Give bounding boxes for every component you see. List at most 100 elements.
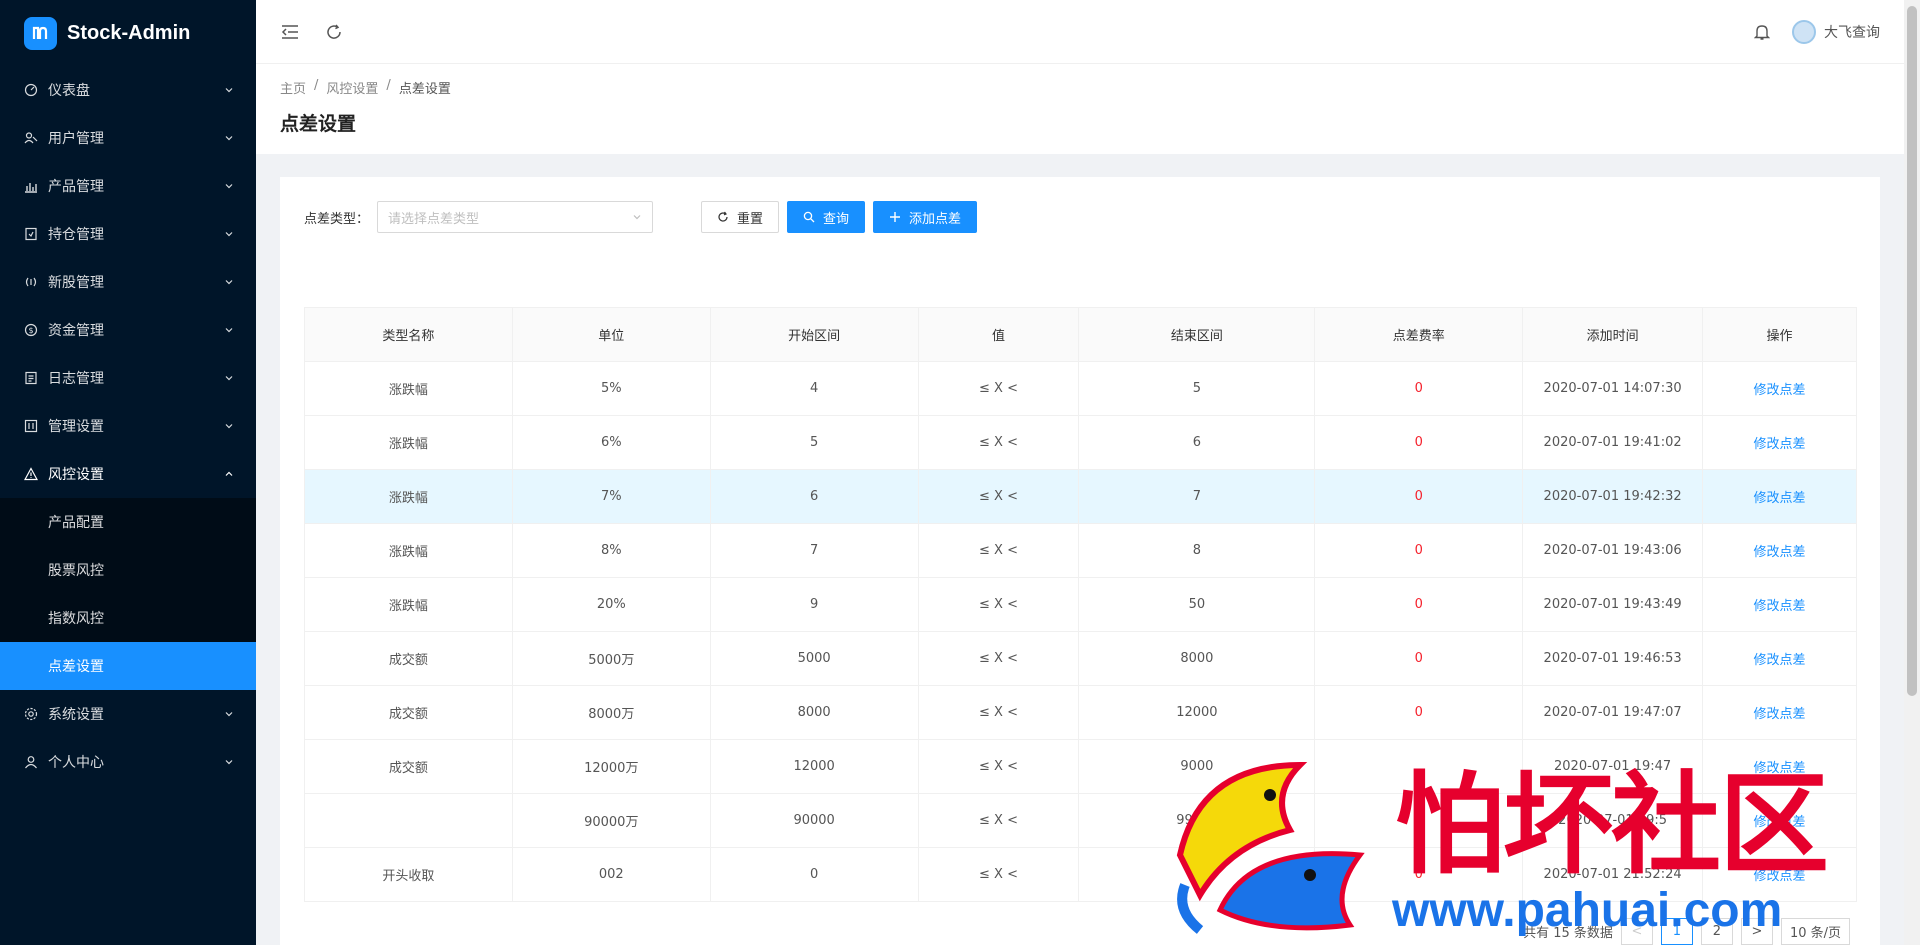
sidebar-item-funds[interactable]: $ 资金管理 <box>0 306 256 354</box>
table-cell: 6 <box>709 469 919 524</box>
sidebar-item-risk-control[interactable]: 风控设置 <box>0 450 256 498</box>
app-title: Stock-Admin <box>67 21 191 44</box>
table-cell: 5000万 <box>511 631 711 686</box>
chevron-down-icon <box>225 136 233 141</box>
chevron-down-icon <box>225 328 233 333</box>
chart-icon <box>24 179 38 193</box>
table-cell: 涨跌幅 <box>304 415 513 470</box>
page-2-button[interactable]: 2 <box>1700 918 1733 945</box>
reset-button[interactable]: 重置 <box>701 201 780 233</box>
edit-spread-link[interactable]: 修改点差 <box>1702 361 1857 416</box>
column-header: 结束区间 <box>1078 307 1316 362</box>
sidebar-item-index-risk[interactable]: 指数风控 <box>0 594 256 642</box>
edit-spread-link[interactable]: 修改点差 <box>1702 523 1857 578</box>
table-cell: 2020-07-01 19:43:06 <box>1522 523 1704 578</box>
table-cell: 0 <box>1314 631 1524 686</box>
edit-spread-link[interactable]: 修改点差 <box>1702 415 1857 470</box>
sidebar-item-products[interactable]: 产品管理 <box>0 162 256 210</box>
sidebar-item-product-config[interactable]: 产品配置 <box>0 498 256 546</box>
table-cell <box>1314 739 1524 794</box>
scrollbar-thumb[interactable] <box>1907 6 1917 696</box>
table-cell: 0 <box>709 847 919 902</box>
sidebar-item-label: 仪表盘 <box>48 83 90 99</box>
refresh-icon[interactable] <box>324 22 344 42</box>
table-row: 90000万 90000 ≤ X <99999 2020-07-01 19:5 修改点差 <box>304 793 1857 848</box>
sidebar-item-system-settings[interactable]: 系统设置 <box>0 690 256 738</box>
table-cell: 8% <box>511 523 711 578</box>
edit-spread-link[interactable]: 修改点差 <box>1702 577 1857 632</box>
table-cell: 90000万 <box>511 793 711 848</box>
breadcrumb-home[interactable]: 主页 <box>280 78 306 97</box>
table-cell: 2020-07-01 14:07:30 <box>1522 361 1704 416</box>
avatar[interactable] <box>1792 19 1816 44</box>
total-count: 共有 15 条数据 <box>1523 926 1613 941</box>
sidebar-item-profile[interactable]: 个人中心 <box>0 738 256 786</box>
chevron-down-icon <box>225 760 233 765</box>
dashboard-icon <box>24 83 38 97</box>
sidebar-item-stock-risk[interactable]: 股票风控 <box>0 546 256 594</box>
sidebar-item-label: 用户管理 <box>48 131 104 147</box>
table-row: 涨跌幅 5% 4 ≤ X <5 0 2020-07-01 14:07:30 修改点差 <box>304 361 1857 416</box>
edit-spread-link[interactable]: 修改点差 <box>1702 847 1857 902</box>
column-header: 值 <box>917 307 1080 362</box>
add-spread-button[interactable]: 添加点差 <box>873 201 978 233</box>
table-cell: 90000 <box>709 793 919 848</box>
position-icon <box>24 227 38 241</box>
log-icon <box>24 371 38 385</box>
edit-spread-link[interactable]: 修改点差 <box>1702 739 1857 794</box>
table-cell: 5000 <box>709 631 919 686</box>
next-page-button[interactable]: > <box>1740 918 1773 945</box>
sidebar-item-positions[interactable]: 持仓管理 <box>0 210 256 258</box>
page-size-select[interactable]: 10 条/页 <box>1780 918 1850 945</box>
breadcrumb-separator: / <box>314 78 319 93</box>
table-cell: 6% <box>511 415 711 470</box>
breadcrumb-parent[interactable]: 风控设置 <box>326 78 378 97</box>
scrollbar[interactable] <box>1904 0 1920 945</box>
username[interactable]: 大飞查询 <box>1824 22 1880 42</box>
sidebar-item-admin-settings[interactable]: 管理设置 <box>0 402 256 450</box>
warning-icon <box>24 467 38 481</box>
chevron-down-icon <box>225 280 233 285</box>
table-header-row: 类型名称 单位 开始区间 值 结束区间 点差费率 添加时间 操作 <box>304 307 1857 362</box>
column-header: 操作 <box>1702 307 1857 362</box>
logo[interactable]: Stock-Admin <box>0 0 256 66</box>
sidebar-item-label: 资金管理 <box>48 323 104 339</box>
table-row: 开头收取 002 0 ≤ X <0 2020-07-01 21:52:24 修改点差 <box>304 847 1857 902</box>
table-row: 涨跌幅 8% 7 ≤ X <8 0 2020-07-01 19:43:06 修改点差 <box>304 523 1857 578</box>
table-cell: 2020-07-01 19:46:53 <box>1522 631 1704 686</box>
pagination: 共有 15 条数据 < 1 2 > 10 条/页 <box>1523 918 1850 945</box>
table-cell: 12000 <box>1078 685 1316 740</box>
spread-type-select[interactable]: 请选择点差类型 <box>377 201 654 233</box>
table-cell: 成交额 <box>304 739 513 794</box>
person-icon <box>24 755 38 769</box>
table-cell: 2020-07-01 19:47:07 <box>1522 685 1704 740</box>
table-cell: 涨跌幅 <box>304 577 513 632</box>
table-cell: 涨跌幅 <box>304 361 513 416</box>
table-cell: 涨跌幅 <box>304 469 513 524</box>
table-cell: 002 <box>511 847 711 902</box>
sidebar-item-ipo[interactable]: 新股管理 <box>0 258 256 306</box>
edit-spread-link[interactable]: 修改点差 <box>1702 685 1857 740</box>
sidebar-item-users[interactable]: 用户管理 <box>0 114 256 162</box>
select-placeholder: 请选择点差类型 <box>388 211 480 227</box>
chevron-down-icon <box>225 712 233 717</box>
edit-spread-link[interactable]: 修改点差 <box>1702 793 1857 848</box>
prev-page-button[interactable]: < <box>1620 918 1653 945</box>
menu-fold-icon[interactable] <box>280 22 300 42</box>
table-cell: 成交额 <box>304 685 513 740</box>
edit-spread-link[interactable]: 修改点差 <box>1702 631 1857 686</box>
sidebar-item-dashboard[interactable]: 仪表盘 <box>0 66 256 114</box>
table-cell: ≤ X < <box>917 577 1080 632</box>
bell-icon[interactable] <box>1752 22 1772 42</box>
table-cell: 5% <box>511 361 711 416</box>
sidebar-item-spread-settings[interactable]: 点差设置 <box>0 642 256 690</box>
table-cell: ≤ X < <box>917 523 1080 578</box>
column-header: 类型名称 <box>304 307 513 362</box>
table-cell <box>1078 847 1316 902</box>
chevron-up-icon <box>225 471 233 476</box>
page-1-button[interactable]: 1 <box>1660 918 1693 945</box>
settings-panel-icon <box>24 419 38 433</box>
sidebar-item-logs[interactable]: 日志管理 <box>0 354 256 402</box>
edit-spread-link[interactable]: 修改点差 <box>1702 469 1857 524</box>
search-button[interactable]: 查询 <box>787 201 866 233</box>
